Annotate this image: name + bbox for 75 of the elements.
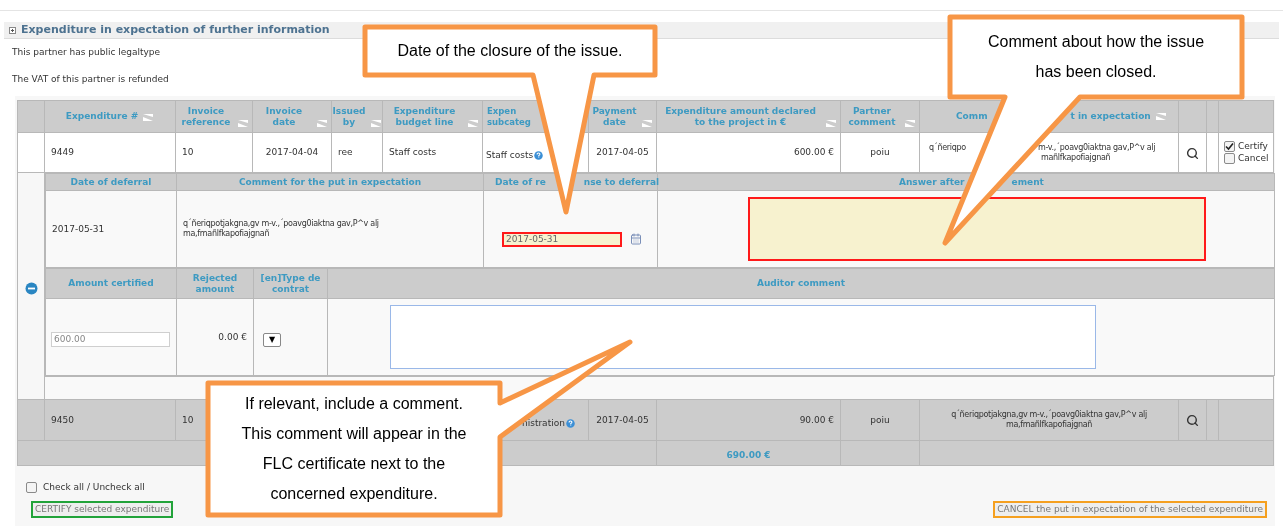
column-header: Date of re: [495, 176, 546, 188]
issued-by: ree: [338, 147, 353, 157]
certify-checkbox[interactable]: [1224, 141, 1235, 152]
column-header: ement: [1011, 176, 1044, 188]
column-header: Auditor comment: [756, 278, 845, 288]
put-in-expectation-comment: m-v.,´poavg0iaktna gav,P^v alj: [1037, 142, 1156, 153]
sort-icon[interactable]: [237, 118, 249, 128]
help-icon[interactable]: [565, 418, 575, 428]
invoice-reference: 10: [182, 147, 194, 157]
callout-text: Comment about how the issue has been closed.: [986, 32, 1206, 82]
section-title: Expenditure in expectation of further information: [21, 21, 330, 38]
column-header: Rejected amount: [192, 272, 238, 294]
answer-field[interactable]: [748, 197, 1206, 261]
column-header: Comm: [956, 111, 988, 122]
column-header: Date of deferral: [70, 176, 152, 188]
sort-icon[interactable]: [369, 118, 382, 128]
deferral-comment: ma,fmañlfkapofiajgnañ: [183, 229, 271, 239]
column-header: Answer after: [899, 176, 965, 188]
put-in-expectation-comment: q´ñeriqpo: [929, 142, 966, 153]
amount-field[interactable]: 600.00: [51, 331, 170, 347]
column-header: [en]Type de contrat: [260, 272, 321, 294]
sort-icon[interactable]: [904, 118, 916, 128]
payment-date: 2017-04-05: [596, 147, 649, 157]
cancel-checkbox[interactable]: [1224, 153, 1235, 164]
column-header: Expen: [487, 105, 518, 117]
deferral-comment: q´ñeriqpotjakgna,gv m-v.,´poavg0iaktna gav,P^v alj: [183, 219, 380, 229]
total-amount: 690.00 €: [726, 450, 771, 460]
sort-icon[interactable]: [467, 118, 479, 128]
auditor-comment-field[interactable]: [389, 305, 1096, 369]
column-header: Amount certified: [68, 278, 154, 288]
certify-label: Certify: [1238, 141, 1268, 152]
expenditure-number: 9450: [51, 414, 74, 425]
partner-comment: poiu: [870, 147, 890, 157]
payment-date: 2017-04-05: [596, 414, 649, 425]
search-icon[interactable]: [1186, 414, 1199, 427]
expand-icon[interactable]: [9, 26, 16, 34]
callout-text: Date of the closure of the issue.: [397, 41, 623, 61]
callout-text: If relevant, include a comment. This comment will appear in the FLC certificate next to the concerned expenditure.: [240, 394, 468, 504]
type-select[interactable]: ▼: [263, 333, 281, 347]
subcategory: Staff costs: [486, 150, 534, 161]
help-icon[interactable]: [534, 151, 544, 160]
put-in-expectation-comment: ma,fmañlfkapofiajgnañ: [1005, 420, 1093, 430]
invoice-reference: 10: [182, 414, 194, 425]
budget-line: Staff costs: [389, 147, 437, 157]
deferral-date: 2017-05-31: [52, 223, 105, 234]
sort-icon[interactable]: [825, 118, 837, 128]
certify-button[interactable]: CERTIFY selected expenditure: [31, 501, 174, 518]
column-header: nse to deferral: [583, 176, 660, 188]
cancel-button[interactable]: CANCEL the put in expectation of the selected expenditure: [993, 501, 1267, 518]
column-header: subcateg: [487, 116, 531, 128]
cancel-label: Cancel: [1238, 153, 1269, 164]
collapse-icon[interactable]: [24, 282, 38, 295]
rejected-amount: 0.00 €: [218, 331, 247, 342]
partner-comment: poiu: [870, 414, 890, 425]
sort-icon[interactable]: [142, 113, 155, 122]
column-header: Comment for the put in expectation: [238, 176, 422, 188]
put-in-expectation-comment: mañlfkapofiajgnañ: [1041, 152, 1111, 163]
sort-icon[interactable]: [1154, 112, 1167, 121]
search-icon[interactable]: [1186, 146, 1199, 160]
column-header[interactable]: Expenditure #: [65, 111, 139, 122]
check-all-label[interactable]: Check all / Uncheck all: [43, 482, 145, 493]
subcategory: nistration: [522, 417, 565, 429]
column-header: t in expectation: [1070, 111, 1151, 122]
check-all-checkbox[interactable]: [26, 482, 37, 493]
expenditure-number: 9449: [51, 147, 74, 157]
calendar-icon[interactable]: [630, 233, 642, 245]
sort-icon[interactable]: [641, 118, 653, 128]
amount: 600.00 €: [793, 147, 834, 157]
amount: 90.00 €: [799, 414, 834, 425]
put-in-expectation-comment: q´ñeriqpotjakgna,gv m-v.,´poavg0iaktna gav,P^v alj: [951, 410, 1147, 420]
partner-note: The VAT of this partner is refunded: [12, 74, 169, 85]
date-field[interactable]: 2017-05-31: [502, 231, 622, 247]
partner-note: This partner has public legaltype: [12, 47, 161, 58]
sort-icon[interactable]: [316, 118, 328, 128]
invoice-date: 2017-04-04: [265, 147, 319, 157]
